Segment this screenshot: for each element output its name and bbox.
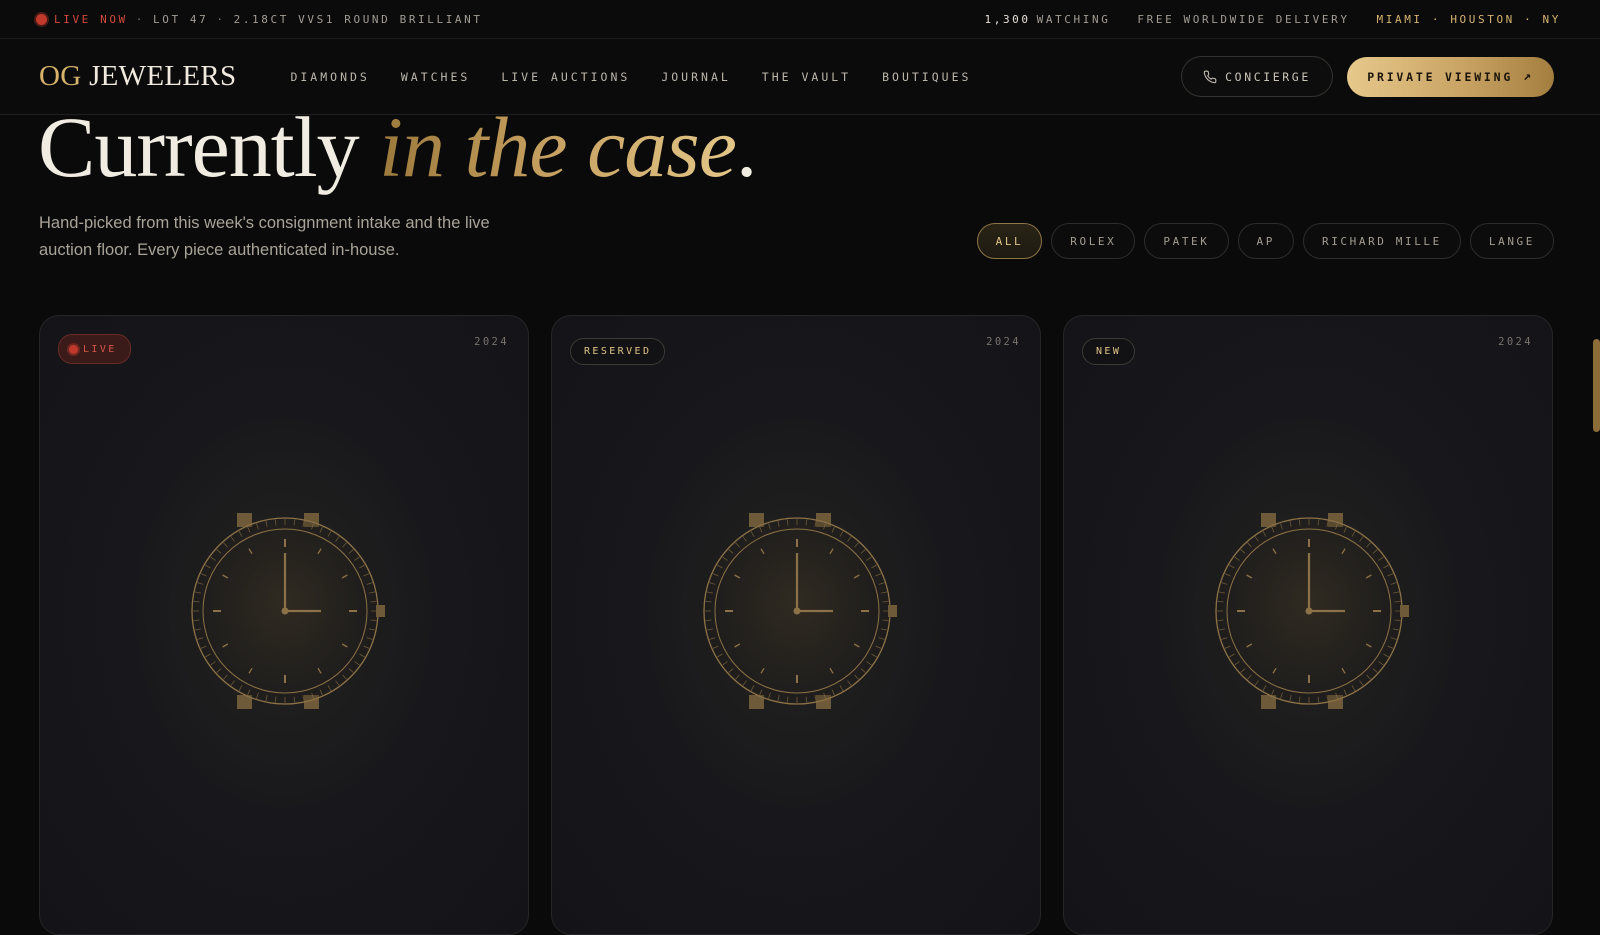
card-year: 2024 [986, 336, 1021, 348]
lot-description[interactable]: 2.18CT VVS1 ROUND BRILLIANT [234, 13, 483, 26]
nav-link-the-vault[interactable]: THE VAULT [762, 70, 851, 84]
card-year: 2024 [1498, 336, 1533, 348]
nav-link-diamonds[interactable]: DIAMONDS [290, 70, 369, 84]
arrow-up-right-icon: ↗ [1523, 69, 1534, 84]
badge-label: RESERVED [584, 346, 652, 357]
product-card[interactable]: NEW 2024 [1063, 315, 1553, 935]
status-badge: LIVE [58, 334, 131, 364]
hero-subcopy: Hand-picked from this week's consignment… [39, 214, 490, 259]
filter-ap[interactable]: AP [1237, 223, 1294, 259]
status-badge: RESERVED [570, 338, 666, 365]
page-title: Currently in the case. [38, 104, 757, 190]
nav-actions: CONCIERGE PRIVATE VIEWING ↗ [1181, 56, 1554, 97]
nav-link-boutiques[interactable]: BOUTIQUES [882, 70, 971, 84]
live-dot-icon [69, 344, 78, 354]
nav-link-watches[interactable]: WATCHES [401, 70, 470, 84]
ticker-left: LIVE NOW · LOT 47 · 2.18CT VVS1 ROUND BR… [36, 13, 483, 26]
logo-og: OG [39, 60, 82, 92]
filter-patek[interactable]: PATEK [1144, 223, 1229, 259]
watch-icon [185, 511, 385, 711]
phone-icon [1203, 70, 1217, 83]
watch-icon [1209, 511, 1409, 711]
title-plain: Currently [38, 99, 360, 195]
brand-filters: ALL ROLEX PATEK AP RICHARD MILLE LANGE [968, 223, 1554, 259]
logo[interactable]: OG JEWELERS [39, 60, 236, 93]
filter-richard-mille[interactable]: RICHARD MILLE [1302, 223, 1461, 259]
delivery-note: FREE WORLDWIDE DELIVERY [1137, 12, 1350, 26]
private-viewing-label: PRIVATE VIEWING [1367, 69, 1514, 84]
filter-all[interactable]: ALL [976, 223, 1043, 259]
nav-link-live-auctions[interactable]: LIVE AUCTIONS [501, 70, 630, 84]
concierge-label: CONCIERGE [1225, 69, 1311, 84]
ticker-right: 1,300 WATCHING FREE WORLDWIDE DELIVERY M… [985, 13, 1561, 26]
live-now-label[interactable]: LIVE NOW [54, 13, 128, 26]
title-end: . [735, 99, 757, 195]
badge-label: LIVE [83, 343, 117, 355]
card-year: 2024 [474, 336, 509, 348]
private-viewing-button[interactable]: PRIVATE VIEWING ↗ [1347, 56, 1554, 97]
ticker-separator: · [135, 12, 146, 26]
status-badge: NEW [1082, 338, 1136, 365]
nav-links: DIAMONDS WATCHES LIVE AUCTIONS JOURNAL T… [290, 70, 1002, 84]
product-card[interactable]: RESERVED 2024 [551, 315, 1041, 935]
product-card[interactable]: LIVE 2024 [39, 315, 529, 935]
announcement-bar: LIVE NOW · LOT 47 · 2.18CT VVS1 ROUND BR… [0, 0, 1600, 39]
logo-jewelers: JEWELERS [89, 60, 237, 92]
watching-label: WATCHING [1036, 12, 1111, 26]
filter-rolex[interactable]: ROLEX [1051, 223, 1136, 259]
lot-number[interactable]: LOT 47 [153, 13, 208, 26]
watch-icon [697, 511, 897, 711]
badge-label: NEW [1096, 346, 1122, 357]
scrollbar-thumb[interactable] [1593, 339, 1600, 432]
live-dot-icon [36, 13, 47, 25]
title-italic: in the case [379, 99, 737, 195]
boutique-cities[interactable]: MIAMI · HOUSTON · NY [1377, 13, 1561, 26]
watch-count: 1,300 [984, 12, 1031, 26]
filter-lange[interactable]: LANGE [1469, 223, 1554, 259]
nav-link-journal[interactable]: JOURNAL [661, 70, 730, 84]
ticker-separator: · [216, 12, 226, 26]
concierge-button[interactable]: CONCIERGE [1181, 56, 1333, 97]
